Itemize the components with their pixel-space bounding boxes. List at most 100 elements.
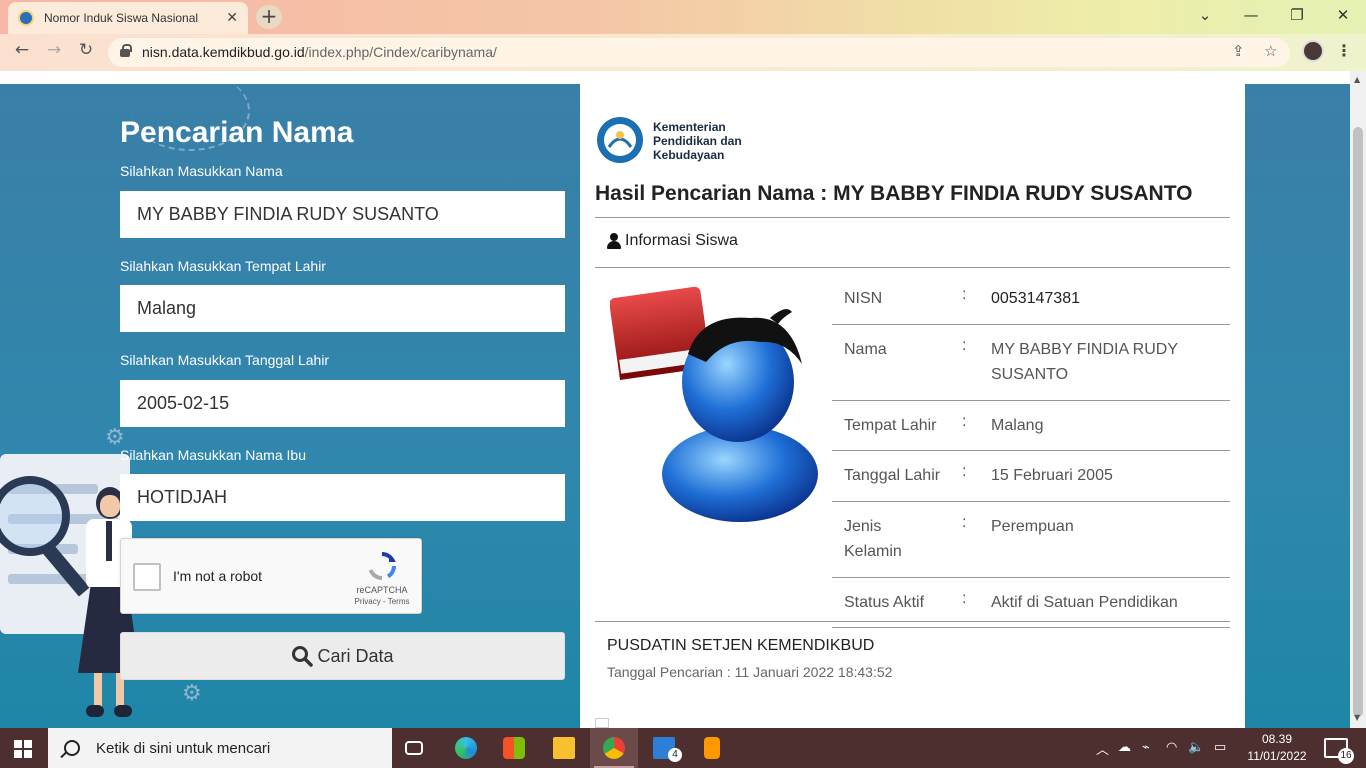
page-scrollbar[interactable]: ▲ ▼ xyxy=(1350,71,1366,728)
battery-plug-icon[interactable]: ⌁ xyxy=(1142,739,1150,755)
bookmark-star-icon[interactable]: ☆ xyxy=(1264,42,1277,60)
url-path: /index.php/Cindex/caribynama/ xyxy=(304,44,497,60)
close-tab-icon[interactable]: ✕ xyxy=(226,10,238,26)
birthdate-input[interactable] xyxy=(120,380,565,427)
address-bar[interactable]: nisn.data.kemdikbud.go.id/index.php/Cind… xyxy=(108,38,1290,67)
wifi-icon[interactable]: ◠ xyxy=(1166,739,1177,755)
field-value: 15 Februari 2005 xyxy=(991,467,1113,484)
field-separator: : xyxy=(962,337,967,354)
keyboard-icon[interactable]: ▭ xyxy=(1214,739,1226,755)
table-row: NISN : 0053147381 xyxy=(832,274,1230,325)
divider xyxy=(595,267,1230,268)
leg xyxy=(94,673,102,709)
footer-organization: PUSDATIN SETJEN KEMENDIKBUD xyxy=(607,637,875,654)
store-taskbar-button[interactable] xyxy=(490,728,538,768)
ministry-name-line: Pendidikan dan xyxy=(653,134,742,148)
site-favicon-icon xyxy=(18,10,34,26)
clock-date: 11/01/2022 xyxy=(1247,749,1307,763)
mail-taskbar-button[interactable]: 4 xyxy=(640,728,688,768)
windows-taskbar: Ketik di sini untuk mencari 4 ︿ ☁ ⌁ ◠ 🔈 … xyxy=(0,728,1366,768)
taskbar-search-box[interactable]: Ketik di sini untuk mencari xyxy=(48,728,392,768)
tab-search-chevron-icon[interactable]: ⌄ xyxy=(1190,6,1220,24)
table-row: Tanggal Lahir : 15 Februari 2005 xyxy=(832,451,1230,502)
field-label: Tempat Lahir xyxy=(844,417,937,434)
recaptcha-brand: reCAPTCHA xyxy=(356,585,408,595)
sublime-taskbar-button[interactable] xyxy=(688,728,736,768)
url-text: nisn.data.kemdikbud.go.id/index.php/Cind… xyxy=(142,44,497,60)
result-heading: Hasil Pencarian Nama : MY BABBY FINDIA R… xyxy=(595,182,1193,205)
field-label: Jenis Kelamin xyxy=(844,518,902,560)
lock-icon[interactable] xyxy=(120,44,132,57)
task-view-button[interactable] xyxy=(392,728,440,768)
birthdate-label: Silahkan Masukkan Tanggal Lahir xyxy=(120,352,330,368)
windows-logo-pane xyxy=(24,740,32,748)
result-panel: Kementerian Pendidikan dan Kebudayaan Ha… xyxy=(580,84,1245,728)
volume-icon[interactable]: 🔈 xyxy=(1188,739,1204,755)
scroll-down-arrow-icon[interactable]: ▼ xyxy=(1354,713,1360,722)
show-hidden-icons-chevron-icon[interactable]: ︿ xyxy=(1096,739,1109,758)
new-tab-button[interactable]: + xyxy=(256,5,282,29)
birthplace-input[interactable] xyxy=(120,285,565,332)
windows-start-button[interactable] xyxy=(14,740,32,758)
divider xyxy=(595,621,1230,622)
clock-time: 08.39 xyxy=(1261,732,1293,746)
scroll-up-arrow-icon[interactable]: ▲ xyxy=(1354,75,1360,84)
field-value: MY BABBY FINDIA RUDY SUSANTO xyxy=(991,341,1178,383)
ministry-name-line: Kebudayaan xyxy=(653,148,725,162)
onedrive-cloud-icon[interactable]: ☁ xyxy=(1118,739,1131,755)
student-info-table: NISN : 0053147381 Nama : MY BABBY FINDIA… xyxy=(832,274,1230,628)
mother-name-input[interactable] xyxy=(120,474,565,521)
chrome-taskbar-button[interactable] xyxy=(590,728,638,768)
field-separator: : xyxy=(962,463,967,480)
face xyxy=(100,495,120,517)
reload-button[interactable]: ↻ xyxy=(73,40,99,60)
windows-logo-pane xyxy=(14,740,22,748)
footer-search-date: Tanggal Pencarian : 11 Januari 2022 18:4… xyxy=(607,664,893,680)
birthplace-label: Silahkan Masukkan Tempat Lahir xyxy=(120,258,326,274)
table-row: Nama : MY BABBY FINDIA RUDY SUSANTO xyxy=(832,325,1230,401)
student-info-title: Informasi Siswa xyxy=(625,232,738,249)
field-label: Nama xyxy=(844,341,887,358)
file-explorer-taskbar-button[interactable] xyxy=(540,728,588,768)
recaptcha-widget: I'm not a robot reCAPTCHA Privacy - Term… xyxy=(120,538,422,614)
student-avatar-icon xyxy=(610,286,818,522)
form-title: Pencarian Nama xyxy=(120,116,354,149)
browser-tab[interactable]: Nomor Induk Siswa Nasional ✕ xyxy=(8,2,248,34)
notification-center-button[interactable]: 16 xyxy=(1324,738,1354,764)
field-value: Aktif di Satuan Pendidikan xyxy=(991,594,1178,611)
share-icon[interactable]: ⇪ xyxy=(1232,42,1245,60)
store-icon xyxy=(503,737,525,759)
back-button[interactable]: ← xyxy=(9,40,35,60)
system-clock[interactable]: 08.39 11/01/2022 xyxy=(1245,731,1309,765)
field-label: Status Aktif xyxy=(844,594,925,611)
notification-count-badge: 16 xyxy=(1338,748,1354,764)
taskbar-search-placeholder: Ketik di sini untuk mencari xyxy=(96,739,271,757)
ministry-name: Kementerian Pendidikan dan Kebudayaan xyxy=(653,120,742,162)
windows-logo-pane xyxy=(24,750,32,758)
field-separator: : xyxy=(962,514,967,531)
close-window-button[interactable]: ✕ xyxy=(1328,6,1358,24)
field-separator: : xyxy=(962,286,967,303)
field-separator: : xyxy=(962,413,967,430)
search-button-label: Cari Data xyxy=(317,645,394,666)
recaptcha-privacy-terms-link[interactable]: Privacy - Terms xyxy=(351,597,413,606)
tie xyxy=(106,521,112,561)
browser-tab-strip: Nomor Induk Siswa Nasional ✕ + ⌄ — ❐ ✕ xyxy=(0,0,1366,34)
name-input[interactable] xyxy=(120,191,565,238)
student-info-header: Informasi Siswa xyxy=(607,232,738,250)
profile-avatar[interactable] xyxy=(1302,40,1324,62)
edge-taskbar-button[interactable] xyxy=(442,728,490,768)
kemendikbud-logo-icon xyxy=(597,117,643,163)
windows-logo-pane xyxy=(14,750,22,758)
scrollbar-thumb[interactable] xyxy=(1353,127,1363,717)
maximize-button[interactable]: ❐ xyxy=(1282,6,1312,24)
page-viewport: ⚙ ⚙ Pencarian Nama Silahkan Masukkan Nam… xyxy=(0,71,1350,728)
chrome-icon xyxy=(603,737,625,759)
search-button[interactable]: Cari Data xyxy=(120,632,565,680)
field-label: Tanggal Lahir xyxy=(844,467,941,484)
chrome-menu-icon[interactable]: ⋮ xyxy=(1336,41,1352,60)
forward-button[interactable]: → xyxy=(41,40,67,60)
url-domain: nisn.data.kemdikbud.go.id xyxy=(142,44,305,60)
minimize-button[interactable]: — xyxy=(1236,6,1266,24)
recaptcha-checkbox[interactable] xyxy=(133,563,161,591)
